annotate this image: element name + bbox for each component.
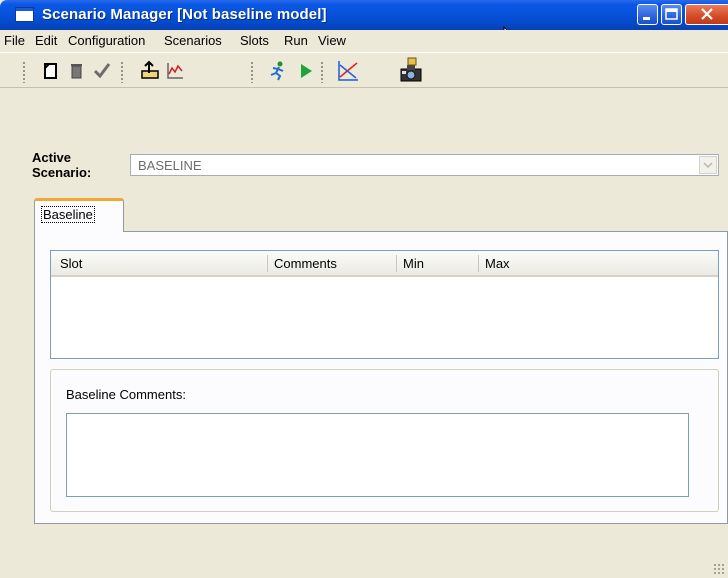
minimize-button[interactable] <box>637 4 658 25</box>
toolbar-grip[interactable] <box>120 61 124 83</box>
menu-slots[interactable]: Slots <box>240 33 269 48</box>
active-scenario-dropdown[interactable]: BASELINE <box>130 154 719 176</box>
title-bar[interactable]: Scenario Manager [Not baseline model] <box>0 0 728 47</box>
toolbar <box>0 52 728 88</box>
toolbar-grip[interactable] <box>250 61 254 83</box>
window-title: Scenario Manager [Not baseline model] <box>42 6 327 23</box>
new-icon[interactable] <box>38 59 62 83</box>
close-icon <box>700 8 713 20</box>
menu-file[interactable]: File <box>4 33 25 48</box>
menu-run[interactable]: Run <box>284 33 308 48</box>
active-scenario-label-line2: Scenario: <box>32 165 92 180</box>
menu-view[interactable]: View <box>318 33 346 48</box>
menu-bar: File Edit Configuration Scenarios Slots … <box>0 30 728 52</box>
column-divider[interactable] <box>267 255 268 272</box>
minimize-icon <box>643 17 650 20</box>
camera-icon[interactable] <box>398 56 424 84</box>
column-divider[interactable] <box>396 255 397 272</box>
column-header-min[interactable]: Min <box>403 256 424 271</box>
delete-icon[interactable] <box>64 59 88 83</box>
tab-baseline-label: Baseline <box>41 206 95 223</box>
column-header-slot[interactable]: Slot <box>60 256 82 271</box>
close-button[interactable] <box>685 4 728 25</box>
chevron-down-icon <box>703 162 713 169</box>
chart-icon[interactable] <box>163 59 187 83</box>
active-scenario-value: BASELINE <box>138 158 202 173</box>
column-divider[interactable] <box>478 255 479 272</box>
checkmark-icon[interactable] <box>90 59 114 83</box>
active-scenario-label: Active Scenario: <box>32 150 91 180</box>
menu-edit[interactable]: Edit <box>35 33 57 48</box>
maximize-icon <box>665 8 678 20</box>
baseline-comments-group: Baseline Comments: <box>50 369 719 512</box>
play-icon[interactable] <box>294 59 318 83</box>
toolbar-grip[interactable] <box>320 61 324 83</box>
column-header-comments[interactable]: Comments <box>274 256 337 271</box>
menu-configuration[interactable]: Configuration <box>68 33 145 48</box>
resize-grip[interactable] <box>713 563 725 575</box>
toolbar-grip[interactable] <box>22 61 26 83</box>
baseline-comments-label: Baseline Comments: <box>66 387 186 402</box>
window-icon <box>15 7 34 22</box>
table-header: Slot Comments Min Max <box>51 251 718 277</box>
status-bar <box>0 556 728 578</box>
export-icon[interactable] <box>138 59 162 83</box>
maximize-button[interactable] <box>661 4 682 25</box>
dropdown-button[interactable] <box>699 156 717 174</box>
column-header-max[interactable]: Max <box>485 256 510 271</box>
runner-icon[interactable] <box>266 59 290 83</box>
menu-scenarios[interactable]: Scenarios <box>164 33 222 48</box>
baseline-comments-field[interactable] <box>66 413 689 497</box>
slots-table[interactable]: Slot Comments Min Max <box>50 250 719 359</box>
tab-baseline[interactable]: Baseline <box>34 198 124 232</box>
plot-icon[interactable] <box>336 59 360 83</box>
active-scenario-label-line1: Active <box>32 150 72 165</box>
scenario-manager-window: Scenario Manager [Not baseline model] Fi… <box>0 0 728 578</box>
